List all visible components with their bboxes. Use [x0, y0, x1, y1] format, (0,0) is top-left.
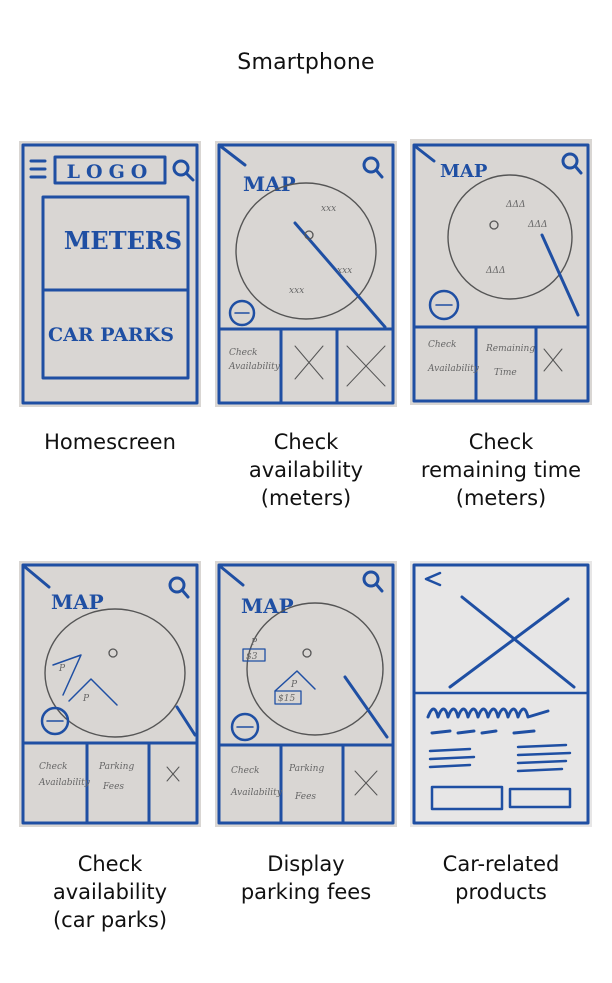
- search-icon: [168, 576, 190, 599]
- placeholder-x-icon: [543, 348, 563, 372]
- fee-label: $3: [246, 652, 258, 662]
- svg-text:xxx: xxx: [289, 286, 304, 296]
- map-area: [235, 182, 377, 320]
- check-availability-meters-sketch: MAP xxx xxx xxx Check Availability: [215, 141, 397, 407]
- image-placeholder: [448, 595, 576, 689]
- caption-display-parking-fees: Display parking fees: [240, 852, 372, 904]
- caption-check-remaining-time: Check remaining time (meters): [420, 430, 582, 510]
- fee-label: $15: [278, 694, 295, 704]
- svg-text:Check: Check: [229, 348, 258, 358]
- swap-arrows-icon: [428, 289, 460, 321]
- caption-car-related-products: Car-related products: [442, 852, 560, 904]
- back-arrow-icon: [424, 571, 442, 587]
- product-button: [508, 787, 572, 809]
- svg-text:xxx: xxx: [321, 204, 336, 214]
- product-title-scribble: [426, 707, 550, 719]
- map-area: [447, 174, 573, 300]
- location-pin-icon: [108, 648, 118, 658]
- map-area: [246, 602, 384, 736]
- svg-text:Parking: Parking: [98, 762, 134, 772]
- homescreen-sketch: LOGO METERS CAR PARKS: [19, 141, 201, 407]
- svg-text:Availability: Availability: [228, 362, 281, 372]
- svg-text:Fees: Fees: [102, 782, 124, 792]
- svg-text:P: P: [58, 664, 66, 674]
- svg-text:xxx: xxx: [337, 266, 352, 276]
- svg-text:ΔΔΔ: ΔΔΔ: [505, 200, 526, 210]
- svg-text:Availability: Availability: [427, 364, 480, 374]
- svg-text:Availability: Availability: [38, 778, 91, 788]
- swap-arrows-icon: [40, 706, 70, 736]
- location-pin-icon: [489, 220, 499, 230]
- check-availability-car-parks-sketch: MAP P P Check Availability Parking Fees: [19, 561, 201, 827]
- svg-text:Check: Check: [39, 762, 68, 772]
- check-remaining-time-sketch: MAP ΔΔΔ ΔΔΔ ΔΔΔ Check Availability Remai…: [410, 139, 592, 405]
- placeholder-x-icon: [346, 345, 386, 387]
- map-title: MAP: [241, 594, 294, 618]
- svg-text:Check: Check: [231, 766, 260, 776]
- svg-text:P: P: [250, 638, 258, 648]
- search-icon: [362, 156, 384, 179]
- display-parking-fees-sketch: MAP P $3 P $15 Check Availability Parkin…: [215, 561, 397, 827]
- car-related-products-sketch: [410, 561, 592, 827]
- map-area: [44, 608, 186, 738]
- search-icon: [362, 570, 384, 593]
- location-pin-icon: [302, 648, 312, 658]
- map-title: MAP: [51, 590, 104, 614]
- svg-text:Time: Time: [494, 368, 517, 378]
- search-icon: [172, 159, 195, 182]
- logo-text: LOGO: [67, 161, 154, 183]
- caption-check-availability-car-parks: Check availability (car parks): [52, 852, 168, 932]
- search-icon: [561, 152, 583, 175]
- placeholder-x-icon: [166, 766, 180, 782]
- caption-check-availability-meters: Check availability (meters): [248, 430, 364, 510]
- meters-label: METERS: [64, 226, 182, 255]
- page-title: Smartphone: [237, 50, 375, 75]
- car-parks-label: CAR PARKS: [48, 324, 174, 346]
- placeholder-x-icon: [294, 345, 324, 380]
- placeholder-x-icon: [354, 770, 378, 796]
- svg-text:P: P: [82, 694, 90, 704]
- svg-text:Fees: Fees: [294, 792, 316, 802]
- svg-text:Remaining: Remaining: [485, 344, 535, 354]
- product-button: [430, 785, 504, 811]
- swap-arrows-icon: [228, 299, 256, 327]
- svg-text:Parking: Parking: [288, 764, 324, 774]
- swap-arrows-icon: [230, 712, 260, 742]
- svg-text:ΔΔΔ: ΔΔΔ: [485, 266, 506, 276]
- svg-text:Availability: Availability: [230, 788, 283, 798]
- caption-homescreen: Homescreen: [44, 430, 176, 454]
- svg-text:Check: Check: [428, 340, 457, 350]
- map-title: MAP: [440, 161, 488, 182]
- menu-icon: [29, 159, 47, 179]
- svg-text:P: P: [290, 680, 298, 690]
- svg-text:ΔΔΔ: ΔΔΔ: [527, 220, 548, 230]
